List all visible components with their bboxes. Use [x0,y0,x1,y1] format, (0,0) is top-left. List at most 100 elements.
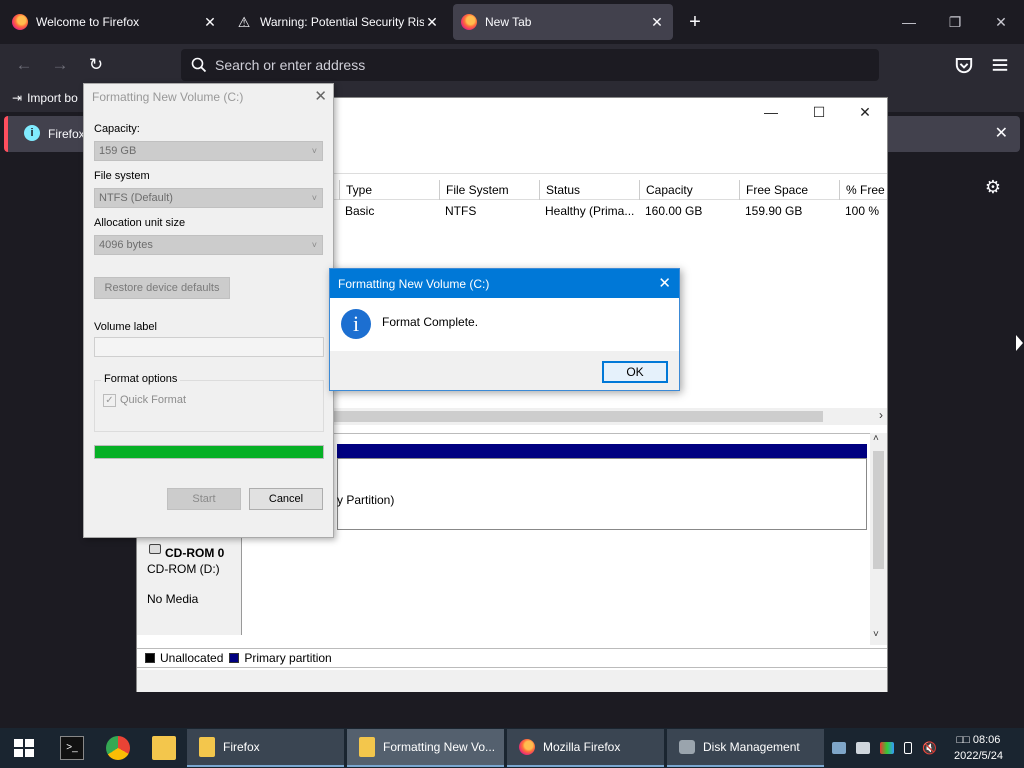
address-bar[interactable]: Search or enter address [181,49,879,81]
forward-button[interactable]: → [48,53,72,77]
file-system-value: NTFS (Default) [99,192,173,204]
cell-percent-free: 100 % [845,204,880,218]
cell-free-space: 159.90 GB [745,204,803,218]
allocation-unit-select[interactable]: 4096 bytes ˅ [94,235,323,255]
reload-button[interactable]: ↻ [84,53,108,77]
scroll-up-arrow-icon[interactable]: ˄ [873,433,879,444]
cell-type: Basic [345,204,375,218]
taskbar-item-mozilla-firefox[interactable]: Mozilla Firefox [507,729,664,767]
taskbar-item-label: Mozilla Firefox [543,740,621,754]
firefox-logo-icon [12,14,28,30]
chevron-down-icon: ˅ [311,193,317,203]
quick-format-label: Quick Format [120,394,187,406]
minimize-button[interactable]: — [751,102,791,122]
close-notification-button[interactable]: ✕ [995,123,1008,143]
menu-icon[interactable] [988,53,1012,77]
cdrom-media: No Media [147,592,199,606]
search-icon [191,57,207,73]
column-header-percent-free[interactable]: % Free [839,180,887,200]
back-button[interactable]: ← [12,53,36,77]
dialog-title-bar: Formatting New Volume (C:) ✕ [330,269,679,298]
close-tab-icon[interactable]: ✕ [649,14,665,31]
close-tab-icon[interactable]: ✕ [424,14,440,31]
close-window-button[interactable]: ✕ [986,10,1016,34]
tab-title: New Tab [485,15,532,29]
minimize-button[interactable]: — [894,10,924,34]
allocation-unit-value: 4096 bytes [99,239,153,251]
legend-unallocated: Unallocated [160,651,224,665]
dialog-message: Format Complete. [382,315,479,329]
usb-device-icon[interactable] [904,742,912,754]
close-dialog-button[interactable]: ✕ [658,274,671,292]
information-icon: i [341,309,371,339]
taskbar: >_ Firefox Formatting New Vo... Mozilla … [0,728,1024,768]
scrollbar-thumb[interactable] [873,451,884,569]
taskbar-item-firefox-explorer[interactable]: Firefox [187,729,344,767]
primary-partition-bar [337,444,867,458]
firefox-logo-icon [461,14,477,30]
system-clock[interactable]: □□ 08:06 2022/5/24 [954,732,1003,764]
cancel-button[interactable]: Cancel [249,488,323,510]
progress-fill [95,446,323,458]
file-system-select[interactable]: NTFS (Default) ˅ [94,188,323,208]
unallocated-swatch [145,653,155,663]
column-header-type[interactable]: Type [339,180,439,200]
scroll-right-arrow-icon[interactable]: › [879,408,883,422]
tab-new-tab[interactable]: New Tab ✕ [453,4,673,40]
primary-partition-swatch [229,653,240,663]
tab-security-warning[interactable]: ⚠ Warning: Potential Security Risk ✕ [228,4,448,40]
terminal-icon[interactable]: >_ [60,736,84,760]
format-complete-dialog: Formatting New Volume (C:) ✕ i Format Co… [329,268,680,391]
close-tab-icon[interactable]: ✕ [202,14,218,31]
column-header-free-space[interactable]: Free Space [739,180,839,200]
import-icon: ⇥ [12,91,23,105]
address-placeholder: Search or enter address [215,57,366,73]
tab-title: Welcome to Firefox [36,15,140,29]
tab-welcome-to-firefox[interactable]: Welcome to Firefox ✕ [4,4,226,40]
restore-button[interactable]: ❐ [940,10,970,34]
tab-title: Warning: Potential Security Risk [260,15,424,29]
capacity-select[interactable]: 159 GB ˅ [94,141,323,161]
column-header-status[interactable]: Status [539,180,639,200]
chrome-icon[interactable] [106,736,130,760]
maximize-button[interactable]: ☐ [799,102,839,122]
import-bookmarks-button[interactable]: ⇥ Import bo [12,91,78,105]
taskbar-item-label: Firefox [223,740,260,754]
mouse-cursor-icon [1016,335,1023,351]
close-window-button[interactable]: ✕ [845,102,885,122]
new-tab-button[interactable]: + [684,10,706,34]
info-icon: i [24,125,40,141]
taskbar-item-disk-management[interactable]: Disk Management [667,729,824,767]
import-bookmarks-label: Import bo [27,91,78,105]
color-app-icon[interactable] [880,742,894,754]
cdrom-disk-label[interactable]: CD-ROM 0 CD-ROM (D:) No Media [137,535,242,635]
browser-nav-bar: ← → ↻ Search or enter address [0,44,1024,86]
keyboard-icon[interactable] [856,742,870,754]
network-icon[interactable] [832,742,846,754]
start-button[interactable]: Start [167,488,241,510]
taskbar-item-formatting[interactable]: Formatting New Vo... [347,729,504,767]
volume-muted-icon[interactable]: 🔇 [922,742,937,754]
column-header-file-system[interactable]: File System [439,180,539,200]
volume-label-input[interactable] [94,337,324,357]
notification-label: Firefox [48,127,85,141]
restore-device-defaults-button[interactable]: Restore device defaults [94,277,230,299]
firefox-logo-icon [519,739,535,755]
vertical-scrollbar[interactable]: ˄ ˅ [870,433,887,645]
folder-icon [359,737,375,757]
close-dialog-button[interactable]: ✕ [314,87,327,105]
windows-start-icon[interactable] [12,736,36,760]
settings-gear-icon[interactable]: ⚙ [982,176,1004,198]
scroll-down-arrow-icon[interactable]: ˅ [873,629,879,640]
warning-icon: ⚠ [237,14,251,30]
chevron-down-icon: ˅ [311,146,317,156]
partition-box[interactable] [337,458,867,530]
pocket-icon[interactable] [952,53,976,77]
quick-format-checkbox[interactable]: ✓ [103,394,116,407]
chevron-down-icon: ˅ [311,240,317,250]
ok-button[interactable]: OK [602,361,668,383]
file-explorer-icon[interactable] [152,736,176,760]
taskbar-item-label: Disk Management [703,740,800,754]
column-header-capacity[interactable]: Capacity [639,180,739,200]
dialog-title: Formatting New Volume (C:) [338,277,490,291]
